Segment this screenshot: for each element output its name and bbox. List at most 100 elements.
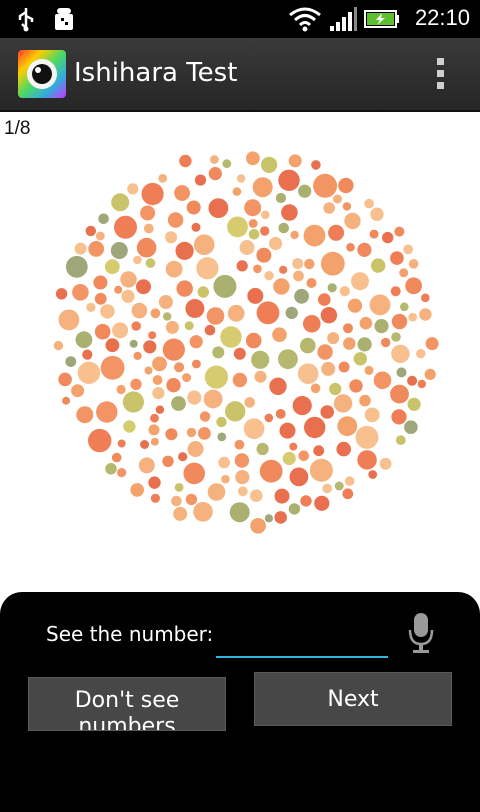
usb-icon (18, 8, 34, 32)
plate-dot (337, 416, 358, 436)
plate-dot (104, 259, 120, 275)
plate-dot (148, 331, 157, 340)
plate-dot (403, 244, 414, 255)
plate-dot (390, 286, 401, 297)
plate-dot (379, 457, 392, 470)
plate-dot (194, 174, 207, 186)
plate-dot (250, 518, 266, 534)
plate-dot (390, 251, 404, 265)
plate-dot (320, 251, 345, 276)
plate-dot (232, 372, 248, 388)
plate-dot (407, 375, 418, 386)
test-progress: 1/8 (4, 118, 31, 139)
plate-dot (261, 156, 278, 173)
plate-dot (216, 416, 227, 428)
plate-dot (353, 352, 367, 366)
plate-dot (152, 387, 165, 400)
plate-dot (395, 435, 406, 445)
plate-dot (117, 468, 127, 478)
plate-dot (127, 183, 139, 195)
plate-dot (344, 476, 355, 486)
plate-dot (408, 259, 419, 269)
plate-dot (121, 289, 135, 303)
color-wheel-eye-icon[interactable] (18, 50, 66, 98)
plate-dot (244, 397, 255, 408)
plate-dot (100, 304, 115, 319)
plate-dot (173, 506, 188, 521)
plate-dot (100, 355, 125, 380)
plate-dot (264, 514, 273, 523)
plate-dot (272, 327, 287, 342)
plate-dot (357, 450, 377, 470)
plate-dot (110, 242, 128, 259)
plate-dot (114, 215, 137, 239)
plate-dot (421, 293, 430, 303)
plate-dot (165, 231, 178, 244)
plate-dot (394, 226, 405, 237)
plate-dot (74, 242, 87, 255)
ishihara-color-plate (53, 151, 439, 534)
plate-dot (339, 286, 350, 297)
plate-dot (313, 173, 338, 198)
plate-dot (171, 396, 186, 411)
plate-dot (273, 278, 290, 295)
overflow-menu-icon[interactable] (436, 58, 446, 92)
plate-dot (355, 425, 379, 449)
plate-dot (203, 389, 223, 409)
plate-dot (322, 483, 333, 494)
plate-dot (212, 346, 225, 359)
plate-dot (314, 495, 330, 511)
plate-dot (336, 441, 352, 457)
plate-dot (158, 174, 168, 183)
plate-dot (225, 401, 246, 422)
plate-dot (400, 302, 409, 312)
plate-dot (144, 366, 153, 375)
plate-dot (320, 307, 338, 324)
plate-dot (373, 371, 392, 390)
dont-see-numbers-button[interactable]: Don't see numbers (28, 677, 226, 731)
plate-dot (186, 427, 197, 438)
plate-dot (303, 224, 326, 247)
plate-dot (150, 413, 159, 423)
plate-dot (269, 377, 287, 395)
plate-dot (123, 420, 136, 433)
plate-dot (71, 384, 85, 398)
plate-dot (148, 424, 160, 436)
plate-dot (351, 272, 369, 291)
plate-dot (94, 292, 107, 305)
plate-dot (150, 493, 160, 503)
plate-dot (165, 260, 183, 278)
microphone-icon[interactable] (408, 612, 434, 654)
plate-dot (174, 362, 185, 373)
plate-dot (282, 451, 296, 466)
plate-dot (292, 258, 304, 270)
plate-dot (404, 420, 418, 435)
plate-dot (140, 440, 150, 449)
plate-dot (138, 457, 155, 474)
plate-dot (55, 288, 68, 300)
plate-dot (162, 338, 185, 361)
plate-dot (186, 200, 201, 215)
plate-dot (116, 384, 126, 395)
plate-dot (251, 350, 270, 369)
plate-dot (185, 299, 205, 318)
plate-dot (279, 422, 296, 439)
plate-dot (405, 277, 422, 295)
plate-dot (105, 338, 120, 353)
next-button[interactable]: Next (254, 672, 452, 726)
plate-dot (364, 365, 374, 375)
plate-dot (407, 397, 421, 411)
plate-dot (213, 274, 237, 298)
plate-dot (347, 298, 363, 313)
plate-dot (112, 322, 129, 339)
plate-dot (357, 337, 372, 352)
plate-dot (364, 198, 374, 209)
plate-dot (310, 383, 321, 394)
plate-dot (364, 407, 380, 423)
plate-dot (193, 234, 215, 255)
plate-dot (359, 394, 371, 407)
plate-dot (58, 372, 72, 387)
plate-dot (93, 275, 108, 290)
answer-input[interactable] (216, 612, 388, 658)
plate-dot (253, 264, 262, 274)
